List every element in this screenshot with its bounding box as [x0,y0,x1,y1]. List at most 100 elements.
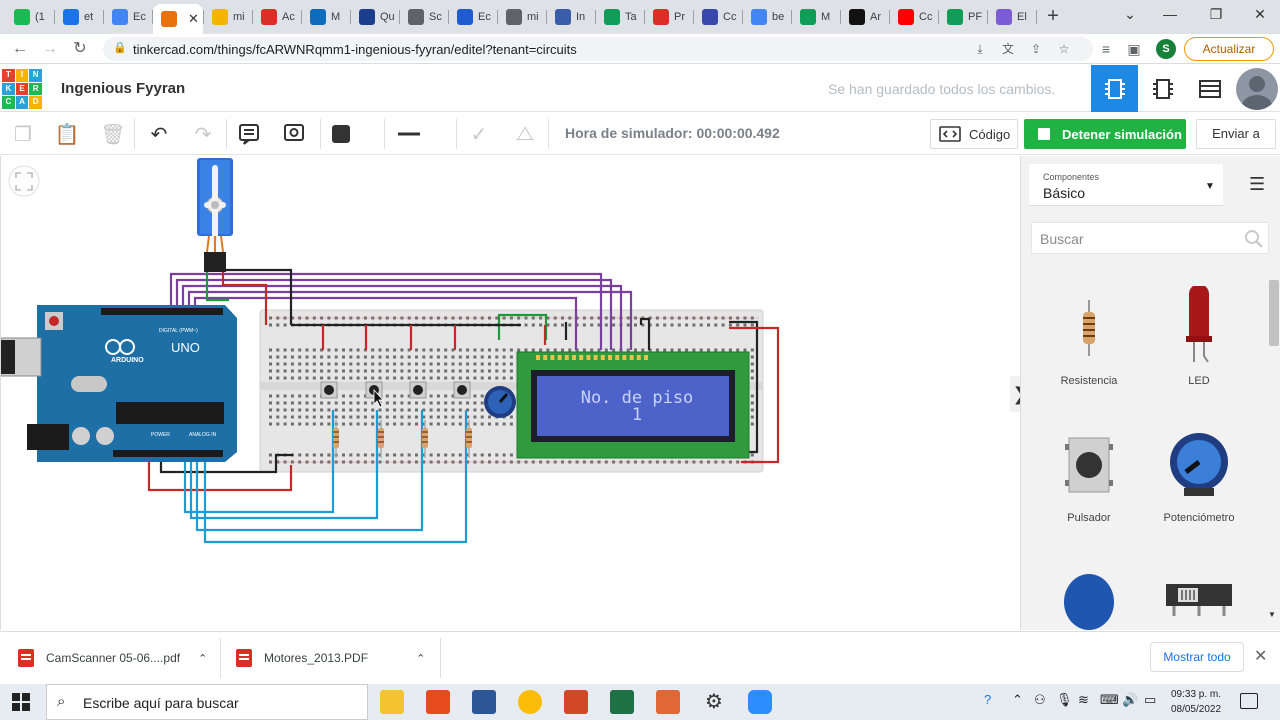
browser-tab[interactable]: (1 [6,4,54,30]
push-button[interactable] [320,381,338,399]
battery-icon[interactable]: ▭ [1144,692,1156,708]
circuit-canvas[interactable]: ARDUINO UNO DIGITAL (PWM~) POWER ANALOG … [0,156,1020,630]
chevron-up-icon[interactable]: ⌃ [1012,692,1023,708]
taskbar-search-input[interactable]: ⌕ Escribe aquí para buscar [46,684,368,720]
code-button[interactable]: Código [930,119,1018,149]
user-avatar[interactable] [1236,68,1278,110]
close-tab-icon[interactable]: ✕ [188,11,199,27]
browser-tab[interactable]: M [792,4,840,30]
address-bar[interactable]: 🔒 tinkercad.com/things/fcARWNRqmm1-ingen… [103,37,1093,61]
paste-icon[interactable]: 📋 [54,121,80,147]
component-potentiometer[interactable]: Potenciómetro [1144,432,1254,542]
browser-tab[interactable]: In [547,4,595,30]
browser-tab[interactable]: Ar [841,4,889,30]
toggle-notes-icon[interactable] [281,121,307,147]
servo-motor[interactable] [197,158,233,272]
undo-icon[interactable]: ↶ [146,121,172,147]
component-pushbutton[interactable]: Pulsador [1034,432,1144,542]
excel-icon[interactable] [610,690,634,714]
lcd-display[interactable]: No. de piso 1 [516,351,750,459]
browser-tab[interactable]: Pr [645,4,693,30]
color-picker[interactable] [330,121,356,147]
active-browser-tab[interactable]: ✕ [153,4,203,34]
delete-icon[interactable]: 🗑 [100,121,126,147]
browser-tab[interactable]: Qu [351,4,399,30]
component-slide-switch[interactable] [1144,566,1254,630]
maximize-button[interactable]: ❐ [1196,2,1236,26]
tab-search-icon[interactable]: ⌄ [1110,2,1150,26]
component-list-view-button[interactable] [1186,65,1233,112]
browser-tab[interactable]: Ta [596,4,644,30]
circuit-drawing[interactable]: ARDUINO UNO DIGITAL (PWM~) POWER ANALOG … [1,156,1020,630]
download-item[interactable]: Motores_2013.PDF ⌃ [236,632,425,684]
design-title[interactable]: Ingenious Fyyran [61,80,185,97]
browser-tab[interactable]: PF [939,4,987,30]
url-text[interactable]: tinkercad.com/things/fcARWNRqmm1-ingenio… [133,42,577,57]
redo-icon[interactable]: ↷ [190,121,216,147]
volume-icon[interactable]: 🔊 [1122,692,1138,708]
send-to-button[interactable]: Enviar a [1196,119,1276,149]
push-button[interactable] [409,381,427,399]
browser-tab[interactable]: M [302,4,350,30]
settings-gear-icon[interactable]: ⚙ [702,690,726,714]
flip-icon[interactable]: ⧍ [512,121,538,147]
push-button[interactable] [453,381,471,399]
component-resistor[interactable]: Resistencia [1034,286,1144,396]
powerpoint-icon[interactable] [564,690,588,714]
rotate-icon[interactable]: ✓ [466,121,492,147]
notifications-icon[interactable] [1240,693,1258,709]
office-icon[interactable] [426,690,450,714]
help-icon[interactable]: ? [984,692,991,707]
browser-tab[interactable]: El [988,4,1036,30]
show-all-downloads-button[interactable]: Mostrar todo [1150,642,1244,672]
windows-start-icon[interactable] [12,693,30,711]
side-panel-icon[interactable]: ▣ [1124,39,1144,59]
component-search-input[interactable]: Buscar [1031,222,1269,254]
fit-view-icon[interactable] [8,165,40,197]
network-icon[interactable]: ⚇ [1034,692,1046,708]
list-view-icon[interactable]: ☰ [1249,174,1265,195]
minimize-button[interactable]: — [1150,2,1190,26]
new-tab-button[interactable]: + [1040,4,1066,30]
reading-list-icon[interactable]: ≡ [1096,39,1116,59]
notes-icon[interactable] [236,121,262,147]
arduino-uno[interactable]: ARDUINO UNO DIGITAL (PWM~) POWER ANALOG … [1,305,237,462]
browser-tab[interactable]: Ec [449,4,497,30]
back-icon[interactable]: ← [10,39,30,59]
panel-scrollbar[interactable] [1269,280,1279,346]
stop-simulation-button[interactable]: Detener simulación [1024,119,1186,149]
chrome-icon[interactable] [518,690,542,714]
browser-tab[interactable]: et [55,4,103,30]
keyboard-icon[interactable]: ⌨ [1100,692,1119,708]
browser-tab[interactable]: Ec [104,4,152,30]
install-icon[interactable]: ⤓ [971,40,989,58]
forward-icon[interactable]: → [40,39,60,59]
file-explorer-icon[interactable] [380,690,404,714]
browser-tab[interactable]: Ac [253,4,301,30]
components-dropdown[interactable]: Componentes Básico ▼ [1029,164,1223,206]
bookmark-star-icon[interactable]: ☆ [1055,40,1073,58]
potentiometer[interactable] [484,386,516,418]
browser-tab[interactable]: Cc [890,4,938,30]
microphone-icon[interactable]: 🎙 [1056,692,1073,708]
zoom-icon[interactable] [748,690,772,714]
scroll-down-icon[interactable]: ▼ [1268,610,1276,619]
close-window-button[interactable]: ✕ [1240,2,1280,26]
copy-icon[interactable]: ❐ [10,121,36,147]
matlab-icon[interactable] [656,690,680,714]
wifi-icon[interactable]: ≋ [1078,692,1089,708]
circuit-view-button[interactable] [1091,65,1138,112]
browser-tab[interactable]: mi [204,4,252,30]
close-icon[interactable]: ✕ [1254,646,1267,666]
share-icon[interactable]: ⇪ [1027,40,1045,58]
system-clock[interactable]: 09:33 p. m. 08/05/2022 [1166,687,1226,717]
word-icon[interactable] [472,690,496,714]
browser-tab[interactable]: be [743,4,791,30]
wire-type-picker[interactable] [396,121,422,147]
chevron-up-icon[interactable]: ⌃ [416,652,425,665]
tinkercad-logo[interactable]: T I N K E R C A D [2,69,42,109]
browser-tab[interactable]: Cc [694,4,742,30]
browser-tab[interactable]: mi [498,4,546,30]
download-item[interactable]: CamScanner 05-06....pdf ⌃ [18,632,207,684]
reload-icon[interactable]: ↻ [70,39,90,59]
